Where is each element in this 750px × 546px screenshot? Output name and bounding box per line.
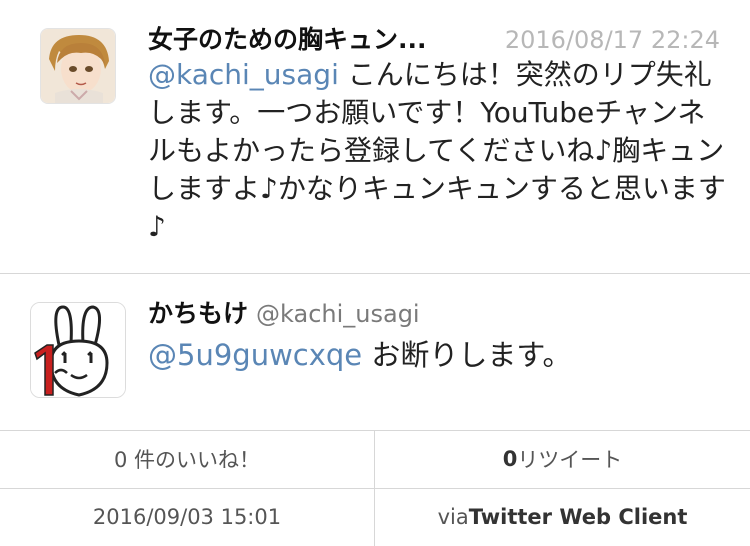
retweet-label: リツイート bbox=[517, 448, 623, 472]
tweet-reply: 女子のための胸キュン... 2016/08/17 22:24 @kachi_us… bbox=[0, 0, 750, 273]
post-date: 2016/09/03 15:01 bbox=[92, 505, 282, 529]
avatar-rabbit[interactable] bbox=[30, 302, 126, 398]
username[interactable]: @kachi_usagi bbox=[256, 300, 420, 328]
tweet-body: お断りします。 bbox=[362, 338, 572, 372]
client-name[interactable]: Twitter Web Client bbox=[469, 505, 688, 529]
timestamp: 2016/08/17 22:24 bbox=[504, 26, 720, 54]
anime-boy-icon bbox=[41, 29, 115, 103]
mention-link[interactable]: @5u9guwcxqe bbox=[148, 338, 362, 372]
tweet-stats: 0 件のいいね！ 0 リツイート 2016/09/03 15:01 via Tw… bbox=[0, 430, 750, 546]
tweet-text: @5u9guwcxqe お断りします。 bbox=[148, 334, 571, 376]
likes-count[interactable]: 0 件のいいね！ bbox=[0, 430, 374, 488]
via-prefix: via bbox=[437, 505, 469, 529]
mention-link[interactable]: @kachi_usagi bbox=[148, 58, 339, 91]
tweet-text: @kachi_usagi こんにちは！突然のリプ失礼します。一つお願いです！Yo… bbox=[148, 56, 726, 246]
rabbit-icon bbox=[31, 303, 125, 397]
avatar-anime-boy[interactable] bbox=[40, 28, 116, 104]
user-names: かちもけ @kachi_usagi bbox=[148, 296, 420, 332]
display-name[interactable]: かちもけ bbox=[148, 299, 248, 328]
via-client: via Twitter Web Client bbox=[375, 488, 750, 546]
retweet-count[interactable]: 0 リツイート bbox=[375, 430, 750, 488]
display-name[interactable]: 女子のための胸キュン... bbox=[148, 22, 468, 58]
retweet-number: 0 bbox=[502, 447, 518, 471]
tweet-main: かちもけ @kachi_usagi @5u9guwcxqe お断りします。 bbox=[0, 274, 750, 430]
